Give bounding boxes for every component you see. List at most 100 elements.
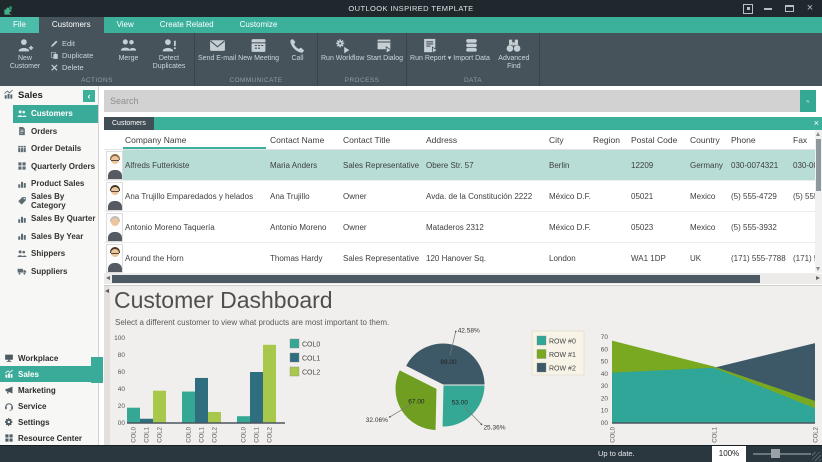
table-row[interactable]: Alfreds FutterkisteMaria AndersSales Rep… xyxy=(104,150,815,181)
grid-header-row: Company NameContact NameContact TitleAdd… xyxy=(104,130,815,150)
svg-text:80: 80 xyxy=(118,352,126,359)
cell-country: Germany xyxy=(688,150,729,180)
sidebar-item-orders[interactable]: Orders xyxy=(0,123,98,141)
grid-header-contact-name[interactable]: Contact Name xyxy=(268,130,341,149)
sidebar-item-label: Sales By Quarter xyxy=(31,214,95,223)
grid-header-city[interactable]: City xyxy=(547,130,591,149)
grid-header-region[interactable]: Region xyxy=(591,130,629,149)
sidebar-item-product-sales[interactable]: Product Sales xyxy=(0,175,98,193)
scroll-left-icon[interactable] xyxy=(106,276,110,280)
delete-button[interactable]: Delete xyxy=(50,61,108,73)
horizontal-scrollbar[interactable] xyxy=(104,274,822,284)
document-tab-customers[interactable]: Customers xyxy=(104,117,154,130)
send-e-mail-button[interactable]: Send E-mail xyxy=(197,33,237,77)
svg-text:COL2: COL2 xyxy=(302,370,320,377)
horizontal-scroll-thumb[interactable] xyxy=(112,275,760,283)
sidebar-item-service[interactable]: Service xyxy=(0,398,98,414)
svg-text:COL1: COL1 xyxy=(713,426,719,442)
run-workflow-button[interactable]: Run Workflow xyxy=(320,33,365,77)
new-customer-button[interactable]: New Customer xyxy=(2,33,48,77)
detect-duplicates-button[interactable]: Detect Duplicates xyxy=(146,33,192,77)
sidebar-collapse-button[interactable]: ‹ xyxy=(83,90,95,102)
start-dialog-button[interactable]: Start Dialog xyxy=(365,33,404,77)
sidebar-item-resource-center[interactable]: Resource Center xyxy=(0,430,98,446)
search-input[interactable] xyxy=(104,90,800,112)
sidebar-item-label: Customers xyxy=(31,109,73,118)
grid-header-address[interactable]: Address xyxy=(424,130,547,149)
call-button[interactable]: Call xyxy=(280,33,315,77)
import-data-button[interactable]: Import Data xyxy=(452,33,491,77)
ribbon-tab-customize[interactable]: Customize xyxy=(227,17,291,33)
svg-text:COL0: COL0 xyxy=(302,342,320,349)
sidebar-item-sales-by-category[interactable]: Sales By Category xyxy=(0,193,98,211)
grid-header-country[interactable]: Country xyxy=(688,130,729,149)
table-row[interactable]: Around the HornThomas HardySales Represe… xyxy=(104,243,815,274)
grid-header-postal-code[interactable]: Postal Code xyxy=(629,130,688,149)
sidebar-item-sales[interactable]: Sales xyxy=(0,366,98,382)
avatar xyxy=(104,212,123,242)
person-add-icon xyxy=(17,37,34,54)
pie-chart[interactable]: 53.0025.36%67.0032.06%89.0042.58% xyxy=(366,327,506,431)
sidebar-item-settings[interactable]: Settings xyxy=(0,414,98,430)
ribbon-tab-file[interactable]: File xyxy=(0,17,39,33)
vertical-scrollbar[interactable] xyxy=(815,130,822,273)
merge-button[interactable]: Merge xyxy=(111,33,146,77)
grid-header-company-name[interactable]: Company Name xyxy=(123,130,268,149)
grid-header-phone[interactable]: Phone xyxy=(729,130,791,149)
minimize-button[interactable] xyxy=(762,3,774,14)
scroll-up-icon[interactable] xyxy=(816,132,820,136)
ribbon-options-icon[interactable] xyxy=(743,4,753,14)
sidebar-item-workplace[interactable]: Workplace xyxy=(0,350,98,366)
new-meeting-button[interactable]: New Meeting xyxy=(237,33,280,77)
sidebar-item-customers[interactable]: Customers xyxy=(13,105,98,123)
edit-button[interactable]: Edit xyxy=(50,37,108,49)
sidebar-item-sales-by-year[interactable]: Sales By Year xyxy=(0,228,98,246)
tab-close-icon[interactable]: × xyxy=(814,117,819,130)
cell-contact-name: Ana Trujillo xyxy=(268,181,341,211)
monitor-icon xyxy=(4,353,14,363)
svg-text:70: 70 xyxy=(601,334,609,341)
sidebar-item-suppliers[interactable]: Suppliers xyxy=(0,263,98,281)
svg-text:00: 00 xyxy=(118,420,126,427)
resize-grip[interactable] xyxy=(812,452,821,461)
ribbon-tab-create-related[interactable]: Create Related xyxy=(147,17,227,33)
sidebar-item-shippers[interactable]: Shippers xyxy=(0,245,98,263)
cell-contact-title: Owner xyxy=(341,181,424,211)
table-row[interactable]: Ana Trujillo Emparedados y heladosAna Tr… xyxy=(104,181,815,212)
dashboard-charts: 0020406080100COL0COL1COL2COL0COL1COL2COL… xyxy=(104,326,822,446)
sidebar-item-marketing[interactable]: Marketing xyxy=(0,382,98,398)
cell-postal-code: 05021 xyxy=(629,181,688,211)
scroll-right-icon[interactable] xyxy=(816,276,820,280)
bar-chart[interactable]: 0020406080100COL0COL1COL2COL0COL1COL2COL… xyxy=(114,335,320,443)
sidebar-item-order-details[interactable]: Order Details xyxy=(0,140,98,158)
splitter-handle[interactable] xyxy=(91,357,103,383)
svg-text:89.00: 89.00 xyxy=(440,359,457,366)
gears-play-icon xyxy=(334,37,351,54)
sidebar-bottom-list: WorkplaceSalesMarketingServiceSettingsRe… xyxy=(0,350,98,446)
sidebar-item-sales-by-quarter[interactable]: Sales By Quarter xyxy=(0,210,98,228)
ribbon-tab-customers[interactable]: Customers xyxy=(39,17,104,33)
ribbon-tab-view[interactable]: View xyxy=(104,17,147,33)
cell-country: Mexico xyxy=(688,212,729,242)
grid-header-fax[interactable]: Fax xyxy=(791,130,815,149)
people-icon xyxy=(17,109,27,119)
zoom-slider-thumb[interactable] xyxy=(771,449,780,458)
zoom-slider[interactable] xyxy=(753,453,811,455)
maximize-button[interactable] xyxy=(783,3,795,14)
advanced-find-button[interactable]: Advanced Find xyxy=(491,33,537,77)
close-button[interactable]: × xyxy=(804,3,816,14)
scroll-down-icon[interactable] xyxy=(816,267,820,271)
doc-icon xyxy=(17,126,27,136)
vertical-scroll-thumb[interactable] xyxy=(816,139,821,191)
grid-header-contact-title[interactable]: Contact Title xyxy=(341,130,424,149)
ribbon-group-label: ACTIONS xyxy=(2,77,192,86)
svg-text:ROW #1: ROW #1 xyxy=(549,352,576,359)
sidebar-item-quarterly-orders[interactable]: Quarterly Orders xyxy=(0,158,98,176)
table-row[interactable]: Antonio Moreno TaqueríaAntonio MorenoOwn… xyxy=(104,212,815,243)
collapse-left-icon[interactable] xyxy=(105,289,109,293)
area-chart[interactable]: 0010203040506070COL0COL1COL2 xyxy=(601,334,820,443)
run-report-button[interactable]: Run Report ▾ xyxy=(409,33,452,77)
cell-fax: (171) 5 xyxy=(791,243,815,273)
duplicate-button[interactable]: Duplicate xyxy=(50,49,108,61)
search-button[interactable] xyxy=(800,90,816,112)
